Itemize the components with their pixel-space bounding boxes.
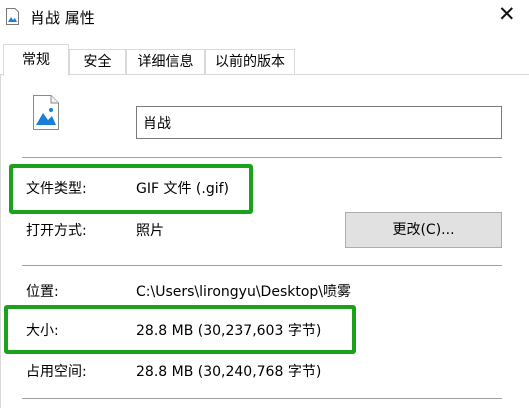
image-file-icon [6, 8, 19, 25]
tab-details[interactable]: 详细信息 [126, 49, 205, 74]
tab-security[interactable]: 安全 [69, 49, 126, 74]
divider [22, 157, 502, 158]
opens-with-label: 打开方式: [26, 223, 87, 239]
opens-with-value: 照片 [136, 223, 164, 239]
location-value: C:\Users\lirongyu\Desktop\喷雾 [136, 284, 352, 300]
tab-previous-versions[interactable]: 以前的版本 [205, 49, 295, 74]
image-file-icon [33, 95, 59, 130]
tab-general[interactable]: 常规 [3, 44, 69, 76]
size-on-disk-value: 28.8 MB (30,240,768 字节) [136, 364, 322, 380]
location-label: 位置: [26, 284, 59, 300]
divider [22, 265, 502, 266]
divider [22, 398, 502, 399]
close-icon[interactable]: ✕ [498, 2, 516, 26]
file-name-input[interactable]: 肖战 [136, 106, 502, 139]
window-title: 肖战 属性 [30, 9, 95, 27]
change-button[interactable]: 更改(C)... [345, 212, 502, 248]
title-bar: 肖战 属性 ✕ [0, 0, 529, 34]
highlight-box [4, 305, 356, 354]
size-on-disk-label: 占用空间: [26, 364, 87, 380]
highlight-box [9, 164, 253, 214]
